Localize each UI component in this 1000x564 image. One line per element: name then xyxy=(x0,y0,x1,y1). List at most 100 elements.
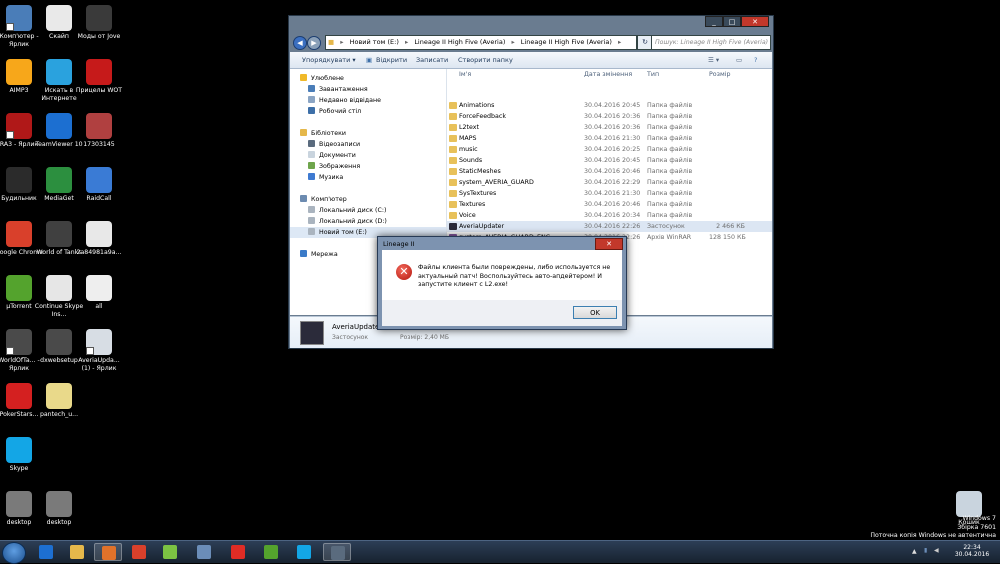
file-row[interactable]: music 30.04.2016 20:25 Папка файлів xyxy=(447,144,772,155)
clock-time[interactable]: 22:34 xyxy=(952,544,992,551)
desktop-icon[interactable]: Моды от Jove xyxy=(73,5,125,41)
column-size[interactable]: Розмір xyxy=(709,69,731,81)
file-type: Папка файлів xyxy=(647,157,693,164)
file-row[interactable]: Voice 30.04.2016 20:34 Папка файлів xyxy=(447,210,772,221)
minimize-button[interactable]: _ xyxy=(705,16,723,27)
file-type: Папка файлів xyxy=(647,124,693,131)
file-row[interactable]: L2text 30.04.2016 20:36 Папка файлів xyxy=(447,122,772,133)
nav-item[interactable]: Бібліотеки xyxy=(290,128,346,139)
preview-pane-icon[interactable]: ▭ xyxy=(736,52,742,68)
file-row[interactable]: Sounds 30.04.2016 20:45 Папка файлів xyxy=(447,155,772,166)
nav-item[interactable]: Музика xyxy=(290,172,343,183)
column-type[interactable]: Тип xyxy=(647,69,659,81)
desktop-icon[interactable]: Прицелы WOT xyxy=(73,59,125,95)
nav-item[interactable]: Документи xyxy=(290,150,356,161)
desktop-icon[interactable]: RaidCall xyxy=(73,167,125,203)
forward-button[interactable]: ▶ xyxy=(307,36,321,50)
back-button[interactable]: ◀ xyxy=(293,36,307,50)
nav-item-label: Мережа xyxy=(311,251,338,258)
folder-icon xyxy=(449,113,457,120)
file-name: L2text xyxy=(459,124,479,131)
nav-item[interactable]: Зображення xyxy=(290,161,360,172)
nav-item-label: Локальний диск (D:) xyxy=(319,218,387,225)
error-dialog[interactable]: Lineage II ✕ ✕ Файлы клиента были повреж… xyxy=(377,236,627,330)
file-row[interactable]: StaticMeshes 30.04.2016 20:46 Папка файлів xyxy=(447,166,772,177)
desktop-icon-label: pantech_u... xyxy=(39,411,79,418)
desktop-icon[interactable]: Skype xyxy=(0,437,45,473)
dialog-close-button[interactable]: ✕ xyxy=(595,238,623,250)
folder-icon xyxy=(449,201,457,208)
column-name[interactable]: Ім'я xyxy=(459,69,471,81)
file-row[interactable]: Animations 30.04.2016 20:45 Папка файлів xyxy=(447,100,772,111)
breadcrumb-1[interactable]: Lineage II High Five (Averia) xyxy=(414,38,505,46)
taskbar-app[interactable] xyxy=(290,543,318,561)
taskbar-app[interactable] xyxy=(125,543,153,561)
file-date: 30.04.2016 20:45 xyxy=(584,157,641,164)
file-row[interactable]: AveriaUpdater 30.04.2016 22:26 Застосунок 2… xyxy=(447,221,772,232)
desktop-icon-image xyxy=(6,329,32,355)
volume-icon[interactable]: ◀ xyxy=(934,547,939,554)
tray-arrow-icon[interactable]: ▲ xyxy=(912,548,917,555)
desktop-icon-image xyxy=(46,5,72,31)
file-row[interactable]: MAPS 30.04.2016 21:30 Папка файлів xyxy=(447,133,772,144)
taskbar-app[interactable] xyxy=(63,543,91,561)
watermark-line1: Windows 7 xyxy=(962,515,996,522)
desktop-icon-image xyxy=(46,113,72,139)
nav-item[interactable]: Відеозаписи xyxy=(290,139,360,150)
ok-button[interactable]: OK xyxy=(573,306,617,319)
taskbar-app-icon xyxy=(331,546,345,560)
taskbar-app[interactable] xyxy=(156,543,184,561)
desktop-icon[interactable]: desktop xyxy=(33,491,85,527)
nav-item[interactable]: Локальний диск (C:) xyxy=(290,205,386,216)
taskbar-app[interactable] xyxy=(224,543,252,561)
view-icon[interactable]: ☰ ▾ xyxy=(708,52,719,68)
folder-icon xyxy=(449,135,457,142)
taskbar: ▲ ▮ ◀ 22:34 30.04.2016 xyxy=(0,540,1000,564)
maximize-button[interactable]: □ xyxy=(723,16,741,27)
file-date: 30.04.2016 20:36 xyxy=(584,124,641,131)
open-button[interactable]: Відкрити xyxy=(376,52,407,68)
file-type: Папка файлів xyxy=(647,146,693,153)
nav-item[interactable]: Локальний диск (D:) xyxy=(290,216,387,227)
column-date[interactable]: Дата змінення xyxy=(584,69,632,81)
breadcrumb-2[interactable]: Lineage II High Five (Averia) xyxy=(521,38,612,46)
nav-item[interactable]: Улюблене xyxy=(290,73,344,84)
file-row[interactable]: ForceFeedback 30.04.2016 20:36 Папка файлі… xyxy=(447,111,772,122)
taskbar-app[interactable] xyxy=(190,543,218,561)
taskbar-app[interactable] xyxy=(257,543,285,561)
file-row[interactable]: Textures 30.04.2016 20:46 Папка файлів xyxy=(447,199,772,210)
search-input[interactable]: Пошук: Lineage II High Five (Averia) xyxy=(651,35,771,50)
clock-date[interactable]: 30.04.2016 xyxy=(952,551,992,558)
nav-item[interactable]: Мережа xyxy=(290,249,338,260)
file-row[interactable]: SysTextures 30.04.2016 21:30 Папка файлів xyxy=(447,188,772,199)
desktop-icon[interactable]: all xyxy=(73,275,125,311)
organize-button[interactable]: Упорядкувати ▾ xyxy=(302,52,356,68)
address-bar[interactable]: ■ ▸ Новий том (E:) ▸ Lineage II High Fiv… xyxy=(325,35,637,50)
nav-item[interactable]: Робочий стіл xyxy=(290,106,361,117)
desktop-icon[interactable]: pantech_u... xyxy=(33,383,85,419)
taskbar-app-icon xyxy=(70,545,84,559)
burn-button[interactable]: Записати xyxy=(416,52,448,68)
desktop-icon-image xyxy=(6,167,32,193)
desktop-icon[interactable]: AveriaUpda... (1) - Ярлик xyxy=(73,329,125,372)
nav-item-icon xyxy=(308,96,315,103)
taskbar-app[interactable] xyxy=(32,543,60,561)
nav-item[interactable]: Недавно відвідане xyxy=(290,95,381,106)
desktop-icon[interactable]: 17303145 xyxy=(73,113,125,149)
network-icon[interactable]: ▮ xyxy=(924,547,927,554)
close-button[interactable]: ✕ xyxy=(741,16,769,27)
file-row[interactable]: system_AVERIA_GUARD 30.04.2016 22:29 Папка… xyxy=(447,177,772,188)
new-folder-button[interactable]: Створити папку xyxy=(458,52,513,68)
breadcrumb-0[interactable]: Новий том (E:) xyxy=(350,38,399,46)
nav-item-label: Відеозаписи xyxy=(319,141,361,148)
taskbar-app[interactable] xyxy=(323,543,351,561)
desktop-icon-image xyxy=(86,5,112,31)
nav-item[interactable]: Завантаження xyxy=(290,84,368,95)
file-date: 30.04.2016 21:30 xyxy=(584,135,641,142)
nav-item[interactable]: Комп'ютер xyxy=(290,194,347,205)
desktop-icon[interactable]: 2a84981a9a... xyxy=(73,221,125,257)
desktop-icon-image xyxy=(46,59,72,85)
taskbar-app[interactable] xyxy=(94,543,122,561)
help-icon[interactable]: ? xyxy=(754,52,757,68)
start-button[interactable] xyxy=(2,542,26,564)
